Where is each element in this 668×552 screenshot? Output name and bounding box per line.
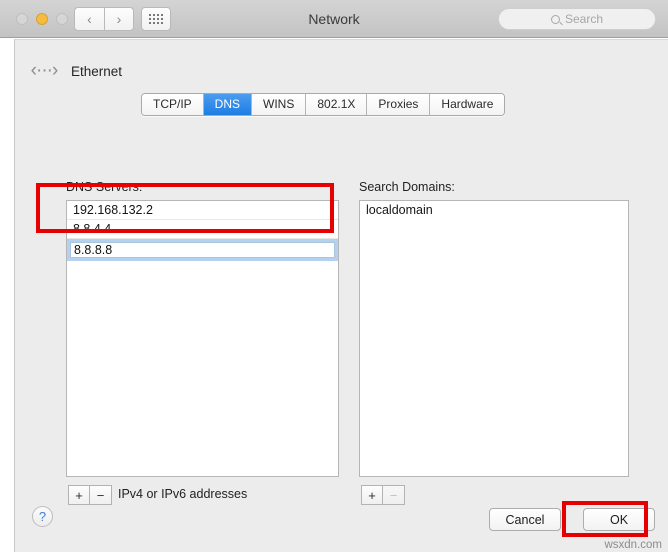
dns-list-controls: + − bbox=[68, 485, 112, 505]
remove-dns-server-button[interactable]: − bbox=[90, 485, 112, 505]
interface-name: Ethernet bbox=[71, 63, 123, 79]
help-button[interactable]: ? bbox=[32, 506, 53, 527]
dns-servers-list[interactable]: 192.168.132.2 8.8.4.4 8.8.8.8 bbox=[66, 200, 339, 477]
search-domains-list[interactable]: localdomain bbox=[359, 200, 629, 477]
interface-header: ‹···› Ethernet bbox=[27, 60, 122, 82]
ok-button[interactable]: OK bbox=[583, 508, 655, 531]
list-item[interactable]: 192.168.132.2 bbox=[67, 201, 338, 220]
ethernet-icon: ‹···› bbox=[30, 60, 59, 81]
network-preferences-window: ‹ › Network Search ‹···› Ethernet TCP/IP bbox=[0, 0, 668, 552]
search-domains-label: Search Domains: bbox=[359, 180, 455, 194]
list-item[interactable]: 8.8.4.4 bbox=[67, 220, 338, 239]
add-search-domain-button[interactable]: + bbox=[361, 485, 383, 505]
add-dns-server-button[interactable]: + bbox=[68, 485, 90, 505]
tab-tcpip[interactable]: TCP/IP bbox=[142, 94, 204, 115]
search-input[interactable]: Search bbox=[498, 8, 656, 30]
tab-proxies[interactable]: Proxies bbox=[367, 94, 431, 115]
tab-hardware[interactable]: Hardware bbox=[430, 94, 505, 115]
tab-dns[interactable]: DNS bbox=[203, 94, 253, 115]
cancel-button[interactable]: Cancel bbox=[489, 508, 561, 531]
dns-hint-text: IPv4 or IPv6 addresses bbox=[118, 487, 248, 501]
dns-settings-sheet: ‹···› Ethernet TCP/IP DNS WINS 802.1X Pr… bbox=[14, 39, 668, 552]
dns-entry-edit-field[interactable]: 8.8.8.8 bbox=[70, 242, 335, 258]
settings-tab-bar: TCP/IP DNS WINS 802.1X Proxies Hardware bbox=[141, 93, 506, 116]
list-item-selected[interactable]: 8.8.8.8 bbox=[67, 239, 338, 261]
search-placeholder: Search bbox=[564, 12, 604, 26]
remove-search-domain-button: − bbox=[383, 485, 405, 505]
search-domains-controls: + − bbox=[361, 485, 405, 505]
watermark: wsxdn.com bbox=[604, 539, 662, 551]
window-titlebar: ‹ › Network Search bbox=[0, 0, 668, 38]
search-icon bbox=[550, 14, 560, 24]
tab-wins[interactable]: WINS bbox=[252, 94, 307, 115]
tab-8021x[interactable]: 802.1X bbox=[306, 94, 368, 115]
dns-servers-label: DNS Servers: bbox=[66, 180, 143, 194]
list-item[interactable]: localdomain bbox=[360, 201, 628, 220]
